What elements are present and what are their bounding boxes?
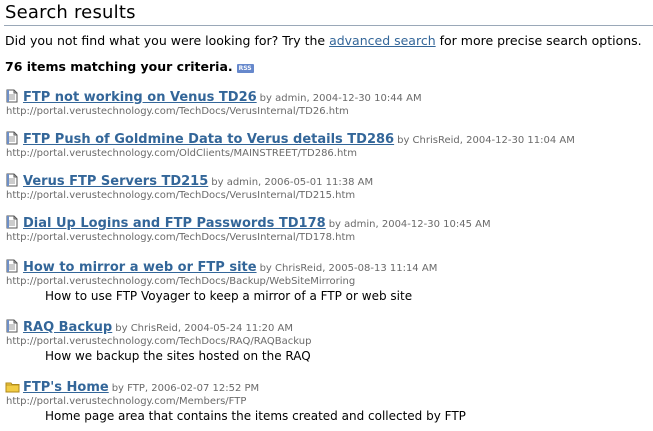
result-header: FTP not working on Venus TD26 by admin, 2… bbox=[5, 88, 422, 105]
result-description: Home page area that contains the items c… bbox=[45, 409, 466, 423]
result-byline: by admin, 2004-12-30 10:45 AM bbox=[328, 219, 491, 230]
result-item: FTP Push of Goldmine Data to Verus detai… bbox=[5, 130, 575, 159]
document-icon bbox=[5, 259, 19, 273]
rss-icon[interactable]: RSS bbox=[236, 64, 254, 73]
folder-icon bbox=[5, 380, 20, 394]
result-item: Dial Up Logins and FTP Passwords TD178 by… bbox=[5, 214, 491, 243]
hint-text-after: for more precise search options. bbox=[435, 33, 642, 48]
result-byline: by ChrisReid, 2004-12-30 11:04 AM bbox=[397, 135, 575, 146]
result-byline: by admin, 2006-05-01 11:38 AM bbox=[211, 177, 374, 188]
search-hint: Did you not find what you were looking f… bbox=[5, 33, 642, 48]
result-title-link[interactable]: FTP's Home bbox=[23, 380, 109, 395]
title-divider bbox=[4, 25, 653, 26]
result-url: http://portal.verustechnology.com/TechDo… bbox=[6, 190, 356, 201]
result-description: How to use FTP Voyager to keep a mirror … bbox=[45, 289, 413, 303]
result-item: FTP not working on Venus TD26 by admin, 2… bbox=[5, 88, 422, 117]
result-byline: by ChrisReid, 2005-08-13 11:14 AM bbox=[259, 263, 438, 274]
advanced-search-link[interactable]: advanced search bbox=[329, 33, 436, 48]
document-icon bbox=[5, 215, 19, 229]
result-item: Verus FTP Servers TD215 by admin, 2006-05… bbox=[5, 172, 373, 201]
result-title-link[interactable]: FTP Push of Goldmine Data to Verus detai… bbox=[23, 132, 394, 147]
result-item: FTP's Home by FTP, 2006-02-07 12:52 PM htt… bbox=[5, 378, 466, 423]
result-item: How to mirror a web or FTP site by ChrisR… bbox=[5, 258, 437, 303]
result-header: FTP Push of Goldmine Data to Verus detai… bbox=[5, 130, 575, 147]
result-header: How to mirror a web or FTP site by ChrisR… bbox=[5, 258, 438, 275]
document-icon bbox=[5, 319, 19, 333]
result-url: http://portal.verustechnology.com/TechDo… bbox=[6, 276, 356, 287]
results-count-text: 76 items matching your criteria. bbox=[5, 59, 233, 74]
result-url: http://portal.verustechnology.com/OldCli… bbox=[6, 148, 357, 159]
result-title-link[interactable]: Verus FTP Servers TD215 bbox=[23, 174, 208, 189]
result-byline: by ChrisReid, 2004-05-24 11:20 AM bbox=[115, 323, 294, 334]
result-url: http://portal.verustechnology.com/TechDo… bbox=[6, 336, 312, 347]
result-url: http://portal.verustechnology.com/TechDo… bbox=[6, 232, 356, 243]
result-header: FTP's Home by FTP, 2006-02-07 12:52 PM bbox=[5, 378, 466, 395]
result-title-link[interactable]: RAQ Backup bbox=[23, 320, 112, 335]
result-url: http://portal.verustechnology.com/TechDo… bbox=[6, 106, 349, 117]
document-icon bbox=[5, 173, 19, 187]
document-icon bbox=[5, 131, 19, 145]
hint-text-before: Did you not find what you were looking f… bbox=[5, 33, 330, 48]
result-header: Dial Up Logins and FTP Passwords TD178 by… bbox=[5, 214, 491, 231]
result-title-link[interactable]: FTP not working on Venus TD26 bbox=[23, 90, 257, 105]
result-description: How we backup the sites hosted on the RA… bbox=[45, 349, 311, 363]
page-title: Search results bbox=[5, 2, 136, 23]
result-byline: by FTP, 2006-02-07 12:52 PM bbox=[111, 383, 260, 394]
result-item: RAQ Backup by ChrisReid, 2004-05-24 11:20… bbox=[5, 318, 311, 363]
result-title-link[interactable]: How to mirror a web or FTP site bbox=[23, 260, 257, 275]
result-header: RAQ Backup by ChrisReid, 2004-05-24 11:20… bbox=[5, 318, 311, 335]
result-header: Verus FTP Servers TD215 by admin, 2006-05… bbox=[5, 172, 374, 189]
result-byline: by admin, 2004-12-30 10:44 AM bbox=[259, 93, 422, 104]
results-count: 76 items matching your criteria. RSS bbox=[5, 59, 254, 74]
result-url: http://portal.verustechnology.com/Member… bbox=[6, 396, 247, 407]
document-icon bbox=[5, 89, 19, 103]
result-title-link[interactable]: Dial Up Logins and FTP Passwords TD178 bbox=[23, 216, 326, 231]
